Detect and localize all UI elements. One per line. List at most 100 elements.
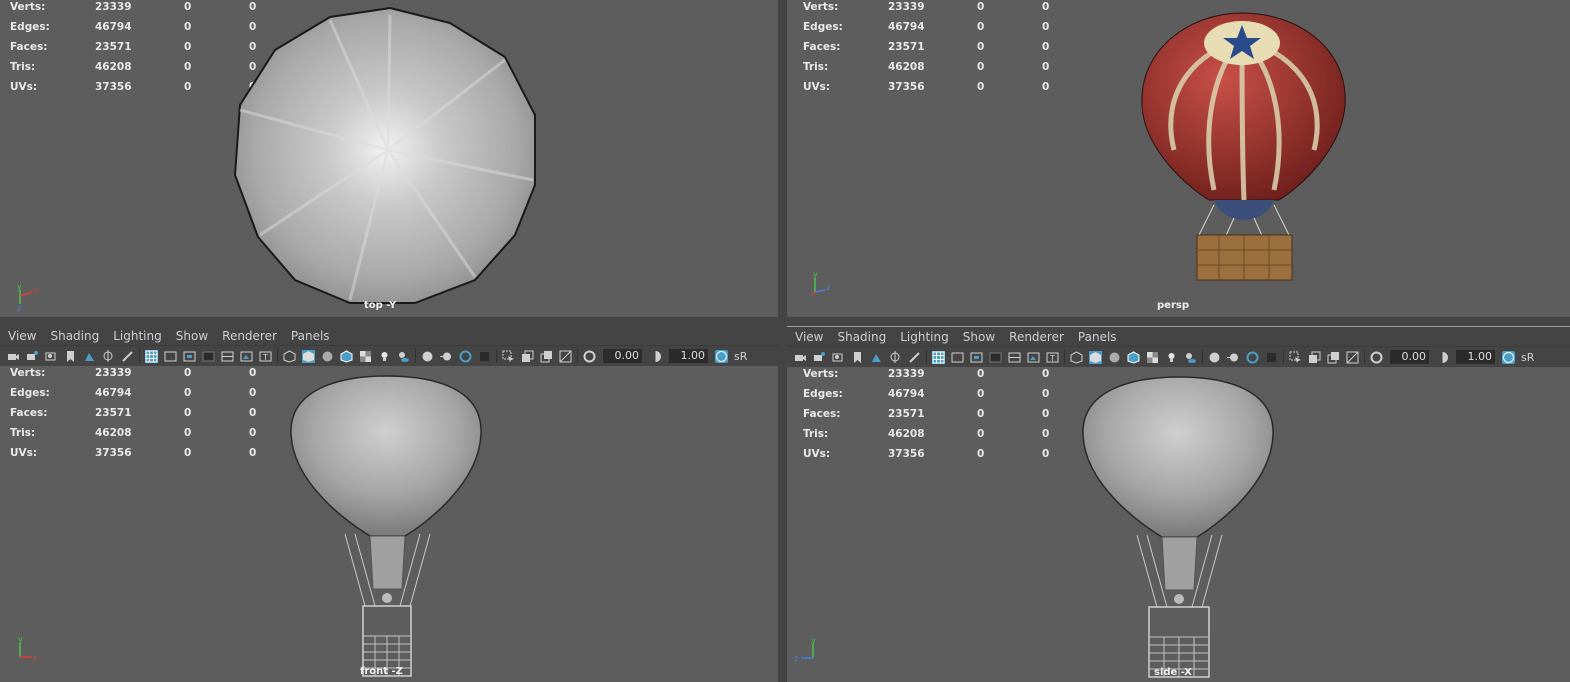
shadows-icon[interactable]	[1184, 351, 1197, 364]
image-plane-icon[interactable]	[870, 351, 883, 364]
exposure-icon[interactable]	[1370, 351, 1383, 364]
resolution-gate-icon[interactable]	[970, 351, 983, 364]
viewport-side[interactable]: View Shading Lighting Show Renderer Pane…	[787, 326, 1570, 682]
viewport-front[interactable]: View Shading Lighting Show Renderer Pane…	[0, 326, 778, 682]
xray-icon[interactable]	[1308, 351, 1321, 364]
grid-icon[interactable]	[932, 350, 945, 364]
exposure-icon[interactable]	[583, 350, 596, 363]
menu-renderer[interactable]: Renderer	[1009, 330, 1064, 344]
menu-shading[interactable]: Shading	[50, 329, 99, 343]
svg-text:y: y	[811, 636, 816, 645]
shadows-icon[interactable]	[397, 350, 410, 363]
stat-row-faces: Faces: 23571 0 0	[803, 41, 1050, 53]
lights-icon[interactable]	[1165, 351, 1178, 364]
anti-aliasing-icon[interactable]	[1246, 351, 1259, 364]
menu-view[interactable]: View	[8, 329, 36, 343]
vertical-splitter[interactable]	[778, 0, 787, 682]
2d-pan-zoom-icon[interactable]	[102, 349, 115, 363]
menu-shading[interactable]: Shading	[837, 330, 886, 344]
svg-text:T: T	[262, 353, 268, 362]
flag-icon[interactable]	[64, 350, 77, 363]
field-chart-icon[interactable]	[1008, 351, 1021, 364]
svg-text:y: y	[17, 282, 22, 291]
default-material-icon[interactable]	[321, 350, 334, 363]
textured-icon[interactable]	[1146, 351, 1159, 364]
gamma-field[interactable]: 1.00	[1456, 350, 1495, 364]
depth-of-field-icon[interactable]	[478, 350, 491, 363]
menu-lighting[interactable]: Lighting	[113, 329, 162, 343]
gate-mask-icon[interactable]	[989, 351, 1002, 364]
film-gate-icon[interactable]	[951, 351, 964, 364]
viewport-top[interactable]: Verts: 23339 0 0 Edges: 46794 0 0 Faces: 23571 0…	[0, 0, 778, 317]
horizontal-splitter[interactable]	[0, 317, 1570, 326]
textured-icon[interactable]	[359, 350, 372, 363]
balloon-front-view[interactable]	[285, 374, 490, 682]
xray-joints-icon[interactable]	[559, 350, 572, 363]
gamma-icon[interactable]	[1436, 351, 1449, 364]
wireframe-on-shaded-icon[interactable]	[1127, 350, 1140, 364]
2d-pan-zoom-icon[interactable]	[889, 350, 902, 364]
anti-aliasing-icon[interactable]	[459, 350, 472, 363]
depth-of-field-icon[interactable]	[1265, 351, 1278, 364]
viewport-persp[interactable]: Verts: 23339 0 0 Edges: 46794 0 0 Faces: 23571 0…	[787, 0, 1570, 317]
balloon-top-view[interactable]	[230, 5, 545, 310]
bookmark-icon[interactable]	[45, 350, 58, 363]
camera-select-icon[interactable]	[794, 351, 807, 364]
menu-view[interactable]: View	[795, 330, 823, 344]
camera-label-side: side -X	[1154, 667, 1192, 678]
grease-pencil-icon[interactable]	[908, 351, 921, 364]
color-space-label[interactable]: sR	[1521, 351, 1534, 364]
xray-joints-icon[interactable]	[1346, 351, 1359, 364]
screen-space-ao-icon[interactable]	[421, 350, 434, 363]
safe-title-icon[interactable]: T	[259, 350, 272, 363]
xray-icon[interactable]	[521, 350, 534, 363]
safe-action-icon[interactable]	[240, 350, 253, 363]
color-management-icon[interactable]	[1502, 350, 1515, 364]
exposure-field[interactable]: 0.00	[1390, 350, 1429, 364]
wireframe-on-shaded-icon[interactable]	[340, 349, 353, 363]
menu-panels[interactable]: Panels	[291, 329, 330, 343]
safe-action-icon[interactable]	[1027, 351, 1040, 364]
lights-icon[interactable]	[378, 350, 391, 363]
gate-mask-icon[interactable]	[202, 350, 215, 363]
axis-gizmo-front: y x	[18, 635, 38, 662]
isolate-select-icon[interactable]	[502, 350, 515, 363]
bookmark-icon[interactable]	[832, 351, 845, 364]
field-chart-icon[interactable]	[221, 350, 234, 363]
default-material-icon[interactable]	[1108, 351, 1121, 364]
motion-blur-icon[interactable]	[440, 350, 453, 363]
film-gate-icon[interactable]	[164, 350, 177, 363]
menu-show[interactable]: Show	[176, 329, 208, 343]
smooth-shade-icon[interactable]	[1089, 350, 1102, 364]
grease-pencil-icon[interactable]	[121, 350, 134, 363]
image-plane-icon[interactable]	[83, 350, 96, 363]
motion-blur-icon[interactable]	[1227, 351, 1240, 364]
menu-panels[interactable]: Panels	[1078, 330, 1117, 344]
wireframe-icon[interactable]	[283, 349, 296, 363]
balloon-persp-textured[interactable]	[1139, 10, 1349, 285]
resolution-gate-icon[interactable]	[183, 350, 196, 363]
menu-renderer[interactable]: Renderer	[222, 329, 277, 343]
stat-row-uvs: UVs:3735600	[803, 448, 1050, 460]
gamma-field[interactable]: 1.00	[669, 349, 708, 363]
poly-count-hud: Verts: 23339 0 0 Edges: 46794 0 0 Faces: 23571 0…	[10, 367, 270, 467]
menu-show[interactable]: Show	[963, 330, 995, 344]
xray-active-icon[interactable]	[540, 350, 553, 363]
wireframe-icon[interactable]	[1070, 350, 1083, 364]
menu-lighting[interactable]: Lighting	[900, 330, 949, 344]
grid-icon[interactable]	[145, 349, 158, 363]
xray-active-icon[interactable]	[1327, 351, 1340, 364]
isolate-select-icon[interactable]	[1289, 351, 1302, 364]
safe-title-icon[interactable]: T	[1046, 351, 1059, 364]
gamma-icon[interactable]	[649, 350, 662, 363]
smooth-shade-icon[interactable]	[302, 349, 315, 363]
flag-icon[interactable]	[851, 351, 864, 364]
screen-space-ao-icon[interactable]	[1208, 351, 1221, 364]
color-management-icon[interactable]	[715, 349, 728, 363]
balloon-side-view[interactable]	[1077, 375, 1282, 682]
exposure-field[interactable]: 0.00	[603, 349, 642, 363]
camera-select-icon[interactable]	[7, 350, 20, 363]
camera-attributes-icon[interactable]	[26, 350, 39, 363]
color-space-label[interactable]: sR	[734, 350, 747, 363]
camera-attributes-icon[interactable]	[813, 351, 826, 364]
